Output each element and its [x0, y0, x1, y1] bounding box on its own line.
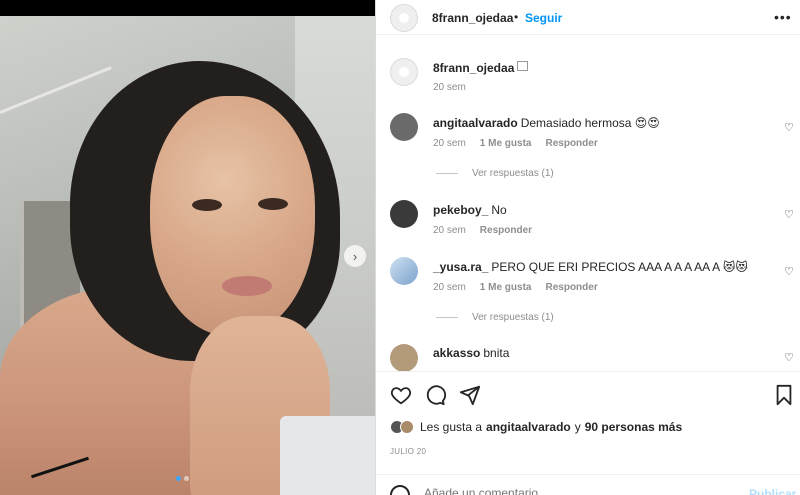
- top-bar: [0, 0, 375, 16]
- post-actions-bar: [376, 371, 800, 417]
- publish-button[interactable]: Publicar: [749, 487, 796, 495]
- carousel-indicator: [176, 476, 189, 481]
- comment-body: No: [491, 203, 507, 217]
- comment-avatar[interactable]: [390, 257, 418, 285]
- heart-icon[interactable]: [390, 384, 412, 406]
- add-comment-row: Publicar: [376, 474, 800, 495]
- comment-text: angitaalvarado Demasiado hermosa 😍😍: [433, 116, 660, 130]
- reply-button[interactable]: Responder: [545, 138, 597, 149]
- likes-summary: Les gusta a angitaalvarado y 90 personas…: [390, 420, 682, 434]
- comment-icon[interactable]: [424, 384, 446, 406]
- likes-others[interactable]: 90 personas más: [585, 420, 682, 434]
- comment-avatar[interactable]: [390, 344, 418, 372]
- view-replies-button[interactable]: Ver respuestas (1): [436, 312, 554, 323]
- view-replies-button[interactable]: Ver respuestas (1): [436, 168, 554, 179]
- emoji-icon[interactable]: [390, 485, 410, 495]
- view-replies-label: Ver respuestas (1): [472, 312, 554, 323]
- comment-username[interactable]: angitaalvarado: [433, 116, 518, 130]
- comment-username[interactable]: pekeboy_: [433, 203, 488, 217]
- post-date: JULIO 20: [390, 447, 427, 456]
- comment-body: bnita: [483, 346, 510, 360]
- comment-likes[interactable]: 1 Me gusta: [480, 138, 532, 149]
- caption-placeholder-glyph: [517, 61, 528, 71]
- comment-avatar[interactable]: [390, 113, 418, 141]
- carousel-next-button[interactable]: ›: [344, 245, 366, 267]
- send-icon[interactable]: [459, 384, 481, 406]
- comment-meta: 20 sem 1 Me gusta Responder: [433, 282, 612, 293]
- comment-like-heart-icon[interactable]: ♡: [784, 208, 794, 221]
- comment-username[interactable]: akkasso: [433, 346, 480, 360]
- post-side-panel: 8frann_ojedaa • Seguir ••• 8frann_ojedaa…: [375, 0, 800, 495]
- comment-like-heart-icon[interactable]: ♡: [784, 351, 794, 364]
- comment-time: 20 sem: [433, 225, 466, 236]
- author-avatar[interactable]: [390, 4, 418, 32]
- bookmark-icon[interactable]: [774, 384, 794, 406]
- comment-like-heart-icon[interactable]: ♡: [784, 265, 794, 278]
- likes-prefix: Les gusta a: [420, 420, 483, 434]
- comment-username[interactable]: _yusa.ra_: [433, 260, 488, 274]
- carousel-dot-1: [176, 476, 181, 481]
- caption-time: 20 sem: [433, 82, 466, 93]
- comment-avatar[interactable]: [390, 200, 418, 228]
- post-image[interactable]: [0, 16, 375, 495]
- comment-text: pekeboy_ No: [433, 203, 507, 217]
- follow-button[interactable]: Seguir: [525, 11, 562, 25]
- comment-time: 20 sem: [433, 282, 466, 293]
- comment-text: akkasso bnita: [433, 346, 509, 360]
- author-username[interactable]: 8frann_ojedaa: [432, 11, 513, 25]
- liker-avatar: [400, 420, 414, 434]
- comment-meta: 20 sem Responder: [433, 225, 546, 236]
- comment-body: PERO QUE ERI PRECIOS AAA A A A AA A 😻😻: [491, 260, 748, 274]
- view-replies-label: Ver respuestas (1): [472, 168, 554, 179]
- likes-conj: y: [574, 420, 581, 434]
- header-separator: •: [514, 10, 519, 24]
- reply-button[interactable]: Responder: [545, 282, 597, 293]
- comment-time: 20 sem: [433, 138, 466, 149]
- comment-meta: 20 sem 1 Me gusta Responder: [433, 138, 612, 149]
- more-options-icon[interactable]: •••: [774, 9, 792, 25]
- comment-body: Demasiado hermosa 😍😍: [520, 116, 660, 130]
- comment-likes[interactable]: 1 Me gusta: [480, 282, 532, 293]
- chevron-right-icon: ›: [352, 248, 358, 264]
- add-comment-input[interactable]: [424, 486, 704, 495]
- reply-button[interactable]: Responder: [480, 225, 532, 236]
- carousel-dot-2: [184, 476, 189, 481]
- caption-avatar[interactable]: [390, 58, 418, 86]
- comment-like-heart-icon[interactable]: ♡: [784, 121, 794, 134]
- caption-username[interactable]: 8frann_ojedaa: [433, 61, 514, 75]
- comment-text: _yusa.ra_ PERO QUE ERI PRECIOS AAA A A A …: [433, 260, 748, 274]
- likes-user[interactable]: angitaalvarado: [486, 420, 571, 434]
- post-header: 8frann_ojedaa • Seguir •••: [376, 0, 800, 35]
